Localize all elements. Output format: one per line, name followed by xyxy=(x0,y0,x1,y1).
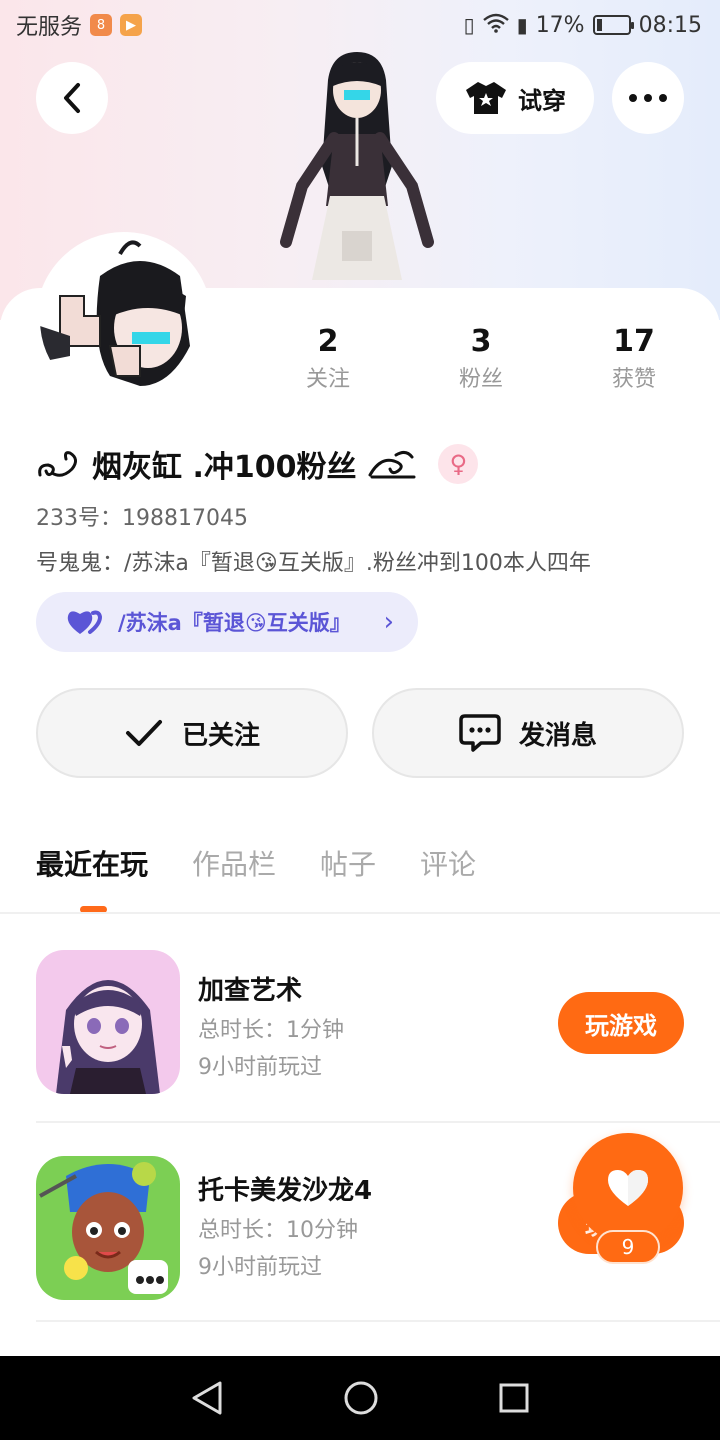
app-notification-icon: 8 xyxy=(90,14,113,36)
game-duration: 总时长：10分钟 xyxy=(198,1218,358,1243)
like-count: 9 xyxy=(596,1230,660,1264)
send-message-label: 发消息 xyxy=(518,720,597,751)
list-item[interactable]: 加查艺术 总时长：1分钟 9小时前玩过 玩游戏 xyxy=(0,950,720,1150)
stat-label: 获赞 xyxy=(611,367,656,392)
heart-icon xyxy=(608,1170,648,1206)
followed-button[interactable]: 已关注 xyxy=(36,688,348,778)
gacha-art-icon xyxy=(36,950,180,1094)
chevron-left-icon xyxy=(64,83,80,113)
followed-label: 已关注 xyxy=(181,720,260,751)
double-heart-icon xyxy=(67,610,103,634)
back-button[interactable] xyxy=(36,62,108,134)
stat-following[interactable]: 2 关注 xyxy=(268,322,388,398)
try-on-button[interactable]: 试穿 xyxy=(436,62,594,134)
like-button[interactable] xyxy=(573,1133,683,1243)
wifi-icon xyxy=(482,13,509,38)
stat-value: 3 xyxy=(470,324,492,359)
clock: 08:15 xyxy=(638,12,702,38)
row-divider xyxy=(36,1320,720,1322)
relation-label: /苏沫a『暂退😘互关版』 xyxy=(118,611,351,635)
battery-icon xyxy=(592,15,634,35)
chat-bubble-icon xyxy=(459,714,501,752)
stat-value: 2 xyxy=(317,324,339,359)
nickname-text: 烟灰缸 .冲100粉丝 xyxy=(92,450,357,485)
stat-label: 粉丝 xyxy=(458,367,503,392)
avatar[interactable] xyxy=(36,232,212,408)
vibrate-icon: ▯ xyxy=(463,13,475,37)
more-options-button[interactable] xyxy=(612,62,684,134)
checkmark-icon xyxy=(125,720,162,746)
battery-percent: 17% xyxy=(535,12,585,38)
stat-followers[interactable]: 3 粉丝 xyxy=(421,322,541,398)
status-bar: 无服务 8 ▶ ▯ ▮ 17% 08:15 xyxy=(0,0,720,50)
stat-value: 17 xyxy=(613,324,655,359)
relation-pill[interactable]: /苏沫a『暂退😘互关版』 › xyxy=(36,592,418,652)
shirt-icon xyxy=(466,82,506,114)
tab-works[interactable]: 作品栏 xyxy=(192,840,276,890)
tabs-divider xyxy=(0,912,720,914)
game-title: 托卡美发沙龙4 xyxy=(198,1176,373,1206)
nickname-row: 烟灰缸 .冲100粉丝 ♀ xyxy=(36,442,479,486)
user-id: 233号：198817045 xyxy=(36,506,248,531)
status-right: ▯ ▮ 17% 08:15 xyxy=(464,13,702,38)
swirl-decoration-left-icon xyxy=(38,451,77,477)
tab-recently-played[interactable]: 最近在玩 xyxy=(36,840,148,890)
tab-posts[interactable]: 帖子 xyxy=(320,840,376,890)
row-divider xyxy=(36,1121,720,1123)
send-message-button[interactable]: 发消息 xyxy=(372,688,684,778)
game-duration: 总时长：1分钟 xyxy=(198,1018,344,1043)
back-triangle-icon[interactable] xyxy=(190,1380,224,1416)
try-on-label: 试穿 xyxy=(518,86,566,115)
profile-tabs: 最近在玩 作品栏 帖子 评论 xyxy=(36,840,476,890)
bio-text: 号鬼鬼：/苏沫a『暂退😘互关版』.粉丝冲到100本人四年 xyxy=(36,551,591,576)
female-gender-icon: ♀ xyxy=(438,444,479,484)
system-navigation-bar xyxy=(0,1356,720,1440)
recents-square-icon[interactable] xyxy=(498,1382,530,1414)
tab-comments[interactable]: 评论 xyxy=(420,840,476,890)
game-title: 加查艺术 xyxy=(198,976,303,1006)
battery-level xyxy=(596,19,602,31)
home-circle-icon[interactable] xyxy=(343,1380,379,1416)
video-notification-icon: ▶ xyxy=(120,14,143,36)
game-last-played: 9小时前玩过 xyxy=(198,1055,322,1080)
play-game-button[interactable]: 玩游戏 xyxy=(558,992,684,1054)
more-dots-icon xyxy=(629,94,667,102)
status-left: 无服务 8 ▶ xyxy=(16,9,143,41)
battery-alert-icon: ▮ xyxy=(516,13,528,37)
profile-stats: 2 关注 3 粉丝 17 获赞 xyxy=(250,322,710,402)
chevron-right-icon: › xyxy=(383,607,394,637)
avatar-image xyxy=(40,236,208,404)
character-figure xyxy=(280,52,434,280)
swirl-decoration-right-icon xyxy=(368,450,416,479)
game-last-played: 9小时前玩过 xyxy=(198,1255,322,1280)
stat-likes[interactable]: 17 获赞 xyxy=(574,322,694,398)
stat-label: 关注 xyxy=(305,367,350,392)
carrier-text: 无服务 xyxy=(16,15,83,40)
toca-hair-salon-icon xyxy=(36,1156,180,1300)
